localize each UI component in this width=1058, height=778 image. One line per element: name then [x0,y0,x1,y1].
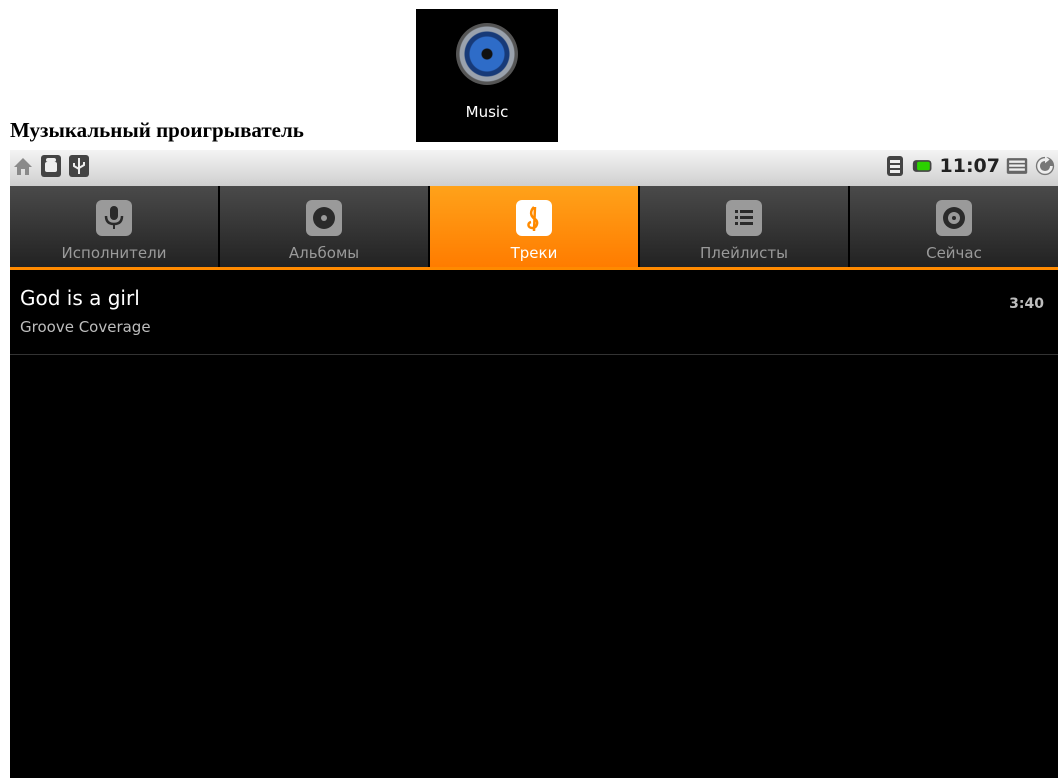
music-note-icon [516,200,552,236]
app-icon-label: Music [465,103,509,121]
home-icon [12,154,34,178]
tab-artists[interactable]: Исполнители [10,186,220,267]
tab-label: Исполнители [61,244,167,262]
speaker-icon [456,23,518,85]
track-title: God is a girl [20,286,140,310]
menu-icon [1006,154,1028,178]
disc-icon [306,200,342,236]
tab-bar: Исполнители Альбомы Треки Плейлисты Сейч… [10,186,1058,270]
track-list: God is a girl Groove Coverage 3:40 [10,270,1058,355]
list-item[interactable]: God is a girl Groove Coverage 3:40 [10,270,1058,355]
usb-icon [68,154,90,178]
playlist-icon [726,200,762,236]
tab-now-playing[interactable]: Сейчас [850,186,1058,267]
track-artist: Groove Coverage [20,318,151,336]
status-bar: 11:07 [10,150,1058,186]
tab-label: Плейлисты [699,244,788,262]
signal-icon [884,154,906,178]
tab-playlists[interactable]: Плейлисты [640,186,850,267]
track-duration: 3:40 [1009,296,1044,312]
android-icon [40,154,62,178]
tab-label: Альбомы [288,244,360,262]
device-screen: 11:07 Исполнители Альбомы Треки Плейлист… [10,150,1058,778]
microphone-icon [96,200,132,236]
music-app-icon[interactable]: Music [416,9,558,142]
tab-tracks[interactable]: Треки [430,186,640,267]
tab-albums[interactable]: Альбомы [220,186,430,267]
page-title: Музыкальный проигрыватель [10,118,304,142]
battery-icon [912,154,934,178]
sync-icon [1034,154,1056,178]
now-playing-icon [936,200,972,236]
tab-label: Сейчас [926,244,982,262]
tab-label: Треки [510,244,558,262]
status-time: 11:07 [939,155,1000,177]
